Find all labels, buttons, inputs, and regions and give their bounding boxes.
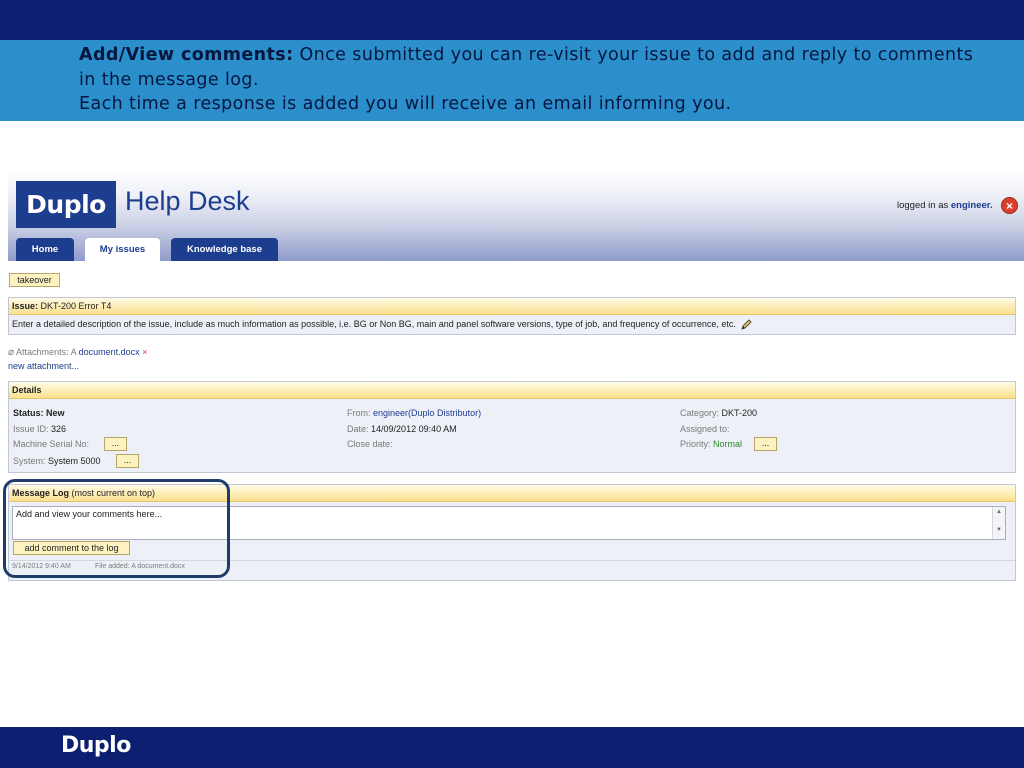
duplo-logo[interactable]: Duplo [16,181,116,228]
details-section: Details Status: New Issue ID: 326 Machin… [8,381,1016,473]
close-date-label: Close date: [347,439,393,449]
issue-description-text: Enter a detailed description of the issu… [12,319,736,329]
login-status: logged in as engineer. [897,200,993,211]
serial-edit-button[interactable]: ... [104,437,127,451]
from-field: From: engineer(Duplo Distributor) [347,408,481,418]
takeover-button[interactable]: takeover [9,273,60,287]
scroll-up-icon[interactable]: ▲ [993,509,1005,515]
details-header: Details [9,382,1015,399]
slide-top-bar [0,0,1024,40]
slide-bottom-bar: Duplo [0,727,1024,768]
assigned-field: Assigned to: [680,424,730,434]
scroll-down-icon[interactable]: ▼ [993,527,1005,533]
login-user-link[interactable]: engineer. [951,200,993,211]
issue-id-value: 326 [51,424,67,434]
issue-id-field: Issue ID: 326 [13,424,66,434]
system-value: System 5000 [48,456,101,466]
serial-label: Machine Serial No: [13,439,90,449]
issue-description: Enter a detailed description of the issu… [12,319,753,330]
assigned-label: Assigned to: [680,424,730,434]
message-log-highlight [3,479,230,578]
app-header: Duplo Help Desk logged in as engineer. ×… [8,168,1024,261]
issue-title: DKT-200 Error T4 [38,301,112,311]
attachments-row: ⌀ Attachments: A document.docx × [8,347,147,358]
priority-edit-button[interactable]: ... [754,437,777,451]
footer-logo: Duplo [61,733,131,758]
remove-attachment-icon[interactable]: × [142,347,147,357]
issue-label: Issue: [12,301,39,311]
category-label: Category: [680,408,720,418]
details-title: Details [12,385,42,395]
caption-line-2: Each time a response is added you will r… [79,94,732,114]
app-title: Help Desk [125,186,250,216]
system-edit-button[interactable]: ... [116,454,139,468]
paperclip-icon: ⌀ [8,347,15,358]
edit-pencil-icon[interactable] [741,319,753,330]
attachments-label: Attachments: A [16,347,79,357]
login-prefix: logged in as [897,200,951,211]
issue-id-label: Issue ID: [13,424,49,434]
from-label: From: [347,408,371,418]
date-value: 14/09/2012 09:40 AM [371,424,457,434]
logout-icon[interactable]: × [1001,197,1018,214]
tab-home[interactable]: Home [16,238,74,261]
issue-header: Issue: DKT-200 Error T4 [9,298,1015,315]
attachment-file-link[interactable]: document.docx [79,347,140,357]
close-date-field: Close date: [347,439,393,449]
status-value: Status: New [13,408,65,418]
status-field: Status: New [13,408,65,418]
priority-field: Priority: Normal [680,439,742,449]
category-value: DKT-200 [721,408,758,418]
date-label: Date: [347,424,369,434]
issue-section: Issue: DKT-200 Error T4 Enter a detailed… [8,297,1016,335]
from-value[interactable]: engineer(Duplo Distributor) [373,408,481,418]
textarea-scrollbar[interactable]: ▲ ▼ [992,507,1005,539]
caption-title: Add/View comments: [79,45,294,65]
caption-text: Add/View comments: Once submitted you ca… [79,43,979,117]
system-label: System: [13,456,46,466]
system-field: System: System 5000 [13,456,101,466]
slide-caption: Add/View comments: Once submitted you ca… [0,40,1024,121]
priority-label: Priority: [680,439,711,449]
new-attachment-link[interactable]: new attachment... [8,361,79,371]
category-field: Category: DKT-200 [680,408,757,418]
priority-value: Normal [713,439,743,449]
serial-field: Machine Serial No: [13,439,89,449]
tab-my-issues[interactable]: My issues [85,238,160,261]
date-field: Date: 14/09/2012 09:40 AM [347,424,457,434]
tab-knowledge-base[interactable]: Knowledge base [171,238,278,261]
